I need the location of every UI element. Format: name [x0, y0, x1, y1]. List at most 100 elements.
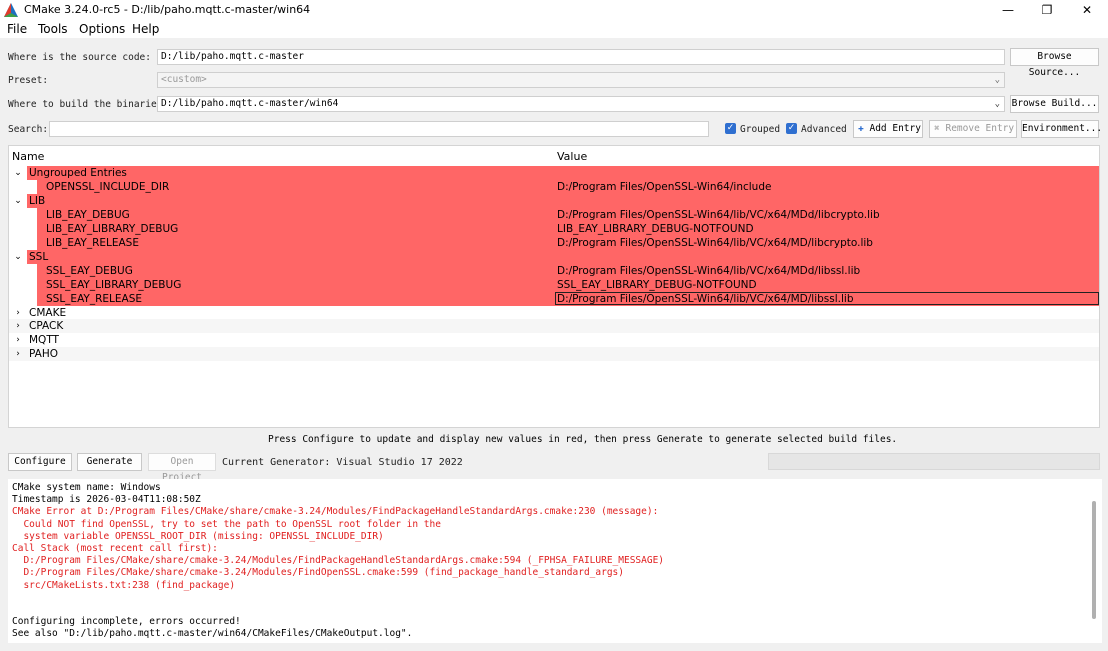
row-indent: [9, 235, 37, 250]
tree-entry-row[interactable]: SSL_EAY_LIBRARY_DEBUG SSL_EAY_LIBRARY_DEB…: [9, 277, 1099, 292]
tree-header: Name Value: [9, 146, 1099, 167]
tree-row-name: SSL_EAY_LIBRARY_DEBUG: [46, 278, 182, 291]
menu-help[interactable]: Help: [132, 22, 159, 36]
chevron-down-icon: ⌄: [994, 99, 1000, 109]
tree-row-name: CMAKE: [29, 306, 67, 319]
add-entry-label: Add Entry: [869, 123, 921, 134]
minimize-button[interactable]: —: [988, 0, 1028, 20]
configure-button[interactable]: Configure: [8, 453, 72, 471]
output-error-line: D:/Program Files/CMake/share/cmake-3.24/…: [12, 567, 624, 579]
browse-source-button[interactable]: Browse Source...: [1010, 48, 1099, 78]
tree-group-row[interactable]: ⌄ Ungrouped Entries: [9, 166, 1099, 180]
selected-value-cell[interactable]: [555, 291, 1099, 305]
output-log[interactable]: CMake system name: Windows Timestamp is 2…: [8, 479, 1088, 643]
menu-options[interactable]: Options: [79, 22, 125, 36]
chevron-down-icon[interactable]: ⌄: [13, 166, 23, 180]
remove-icon: ✖: [934, 123, 940, 134]
generate-button[interactable]: Generate: [77, 453, 142, 471]
output-error-line: src/CMakeLists.txt:238 (find_package): [12, 579, 236, 591]
row-indent: [9, 221, 37, 236]
tree-group-row[interactable]: › PAHO: [9, 347, 1099, 362]
tree-row-name: MQTT: [29, 334, 59, 347]
output-error-line: CMake Error at D:/Program Files/CMake/sh…: [12, 506, 659, 518]
grouped-checkbox[interactable]: ✓: [725, 123, 736, 134]
tree-entry-row[interactable]: OPENSSL_INCLUDE_DIR D:/Program Files/Open…: [9, 179, 1099, 194]
menu-tools[interactable]: Tools: [38, 22, 68, 36]
output-scrollbar[interactable]: [1088, 479, 1102, 643]
tree-group-row[interactable]: › CPACK: [9, 319, 1099, 334]
chevron-down-icon[interactable]: ⌄: [13, 250, 23, 264]
tree-row-value[interactable]: D:/Program Files/OpenSSL-Win64/lib/VC/x6…: [557, 208, 880, 222]
row-indent: [9, 277, 37, 292]
cache-tree[interactable]: Name Value ⌄ Ungrouped Entries OPENSSL_INC…: [8, 145, 1100, 428]
window-title: CMake 3.24.0-rc5 - D:/lib/paho.mqtt.c-ma…: [24, 3, 311, 16]
output-line: Configuring incomplete, errors occurred!: [12, 616, 241, 628]
grouped-label: Grouped: [740, 124, 781, 135]
restore-button[interactable]: ❐: [1027, 0, 1067, 20]
output-line: CMake system name: Windows: [12, 482, 161, 493]
tree-row-value[interactable]: D:/Program Files/OpenSSL-Win64/lib/VC/x6…: [557, 236, 873, 250]
browse-build-button[interactable]: Browse Build...: [1010, 95, 1099, 113]
hint-text: Press Configure to update and display ne…: [268, 434, 898, 445]
tree-row-value[interactable]: LIB_EAY_LIBRARY_DEBUG-NOTFOUND: [557, 222, 754, 236]
menu-bar: File Tools Options Help: [0, 20, 1108, 38]
tree-group-row[interactable]: › MQTT: [9, 333, 1099, 347]
tree-entry-row[interactable]: LIB_EAY_RELEASE D:/Program Files/OpenSSL-…: [9, 235, 1099, 250]
tree-row-name: LIB_EAY_RELEASE: [46, 236, 139, 249]
row-indent: [9, 263, 37, 278]
preset-label: Preset:: [8, 75, 49, 86]
advanced-label: Advanced: [801, 124, 847, 135]
tree-entry-row[interactable]: SSL_EAY_RELEASE D:/Program Files/OpenSSL-…: [9, 291, 1099, 306]
tree-row-name: SSL_EAY_RELEASE: [46, 292, 142, 305]
tree-row-name: LIB_EAY_DEBUG: [46, 208, 130, 221]
preset-combo[interactable]: <custom> ⌄: [157, 72, 1005, 88]
tree-row-name: Ungrouped Entries: [29, 167, 127, 179]
menu-file[interactable]: File: [7, 22, 27, 36]
advanced-checkbox[interactable]: ✓: [786, 123, 797, 134]
tree-row-value[interactable]: SSL_EAY_LIBRARY_DEBUG-NOTFOUND: [557, 278, 757, 292]
current-generator: Current Generator: Visual Studio 17 2022: [222, 457, 463, 468]
output-lines: CMake system name: Windows Timestamp is 2…: [8, 479, 1088, 644]
open-project-button[interactable]: Open Project: [148, 453, 216, 483]
remove-entry-button[interactable]: ✖ Remove Entry: [929, 120, 1017, 138]
add-entry-button[interactable]: ✚ Add Entry: [853, 120, 923, 138]
title-bar: CMake 3.24.0-rc5 - D:/lib/paho.mqtt.c-ma…: [0, 0, 1108, 20]
close-button[interactable]: ✕: [1067, 0, 1107, 20]
tree-row-name: PAHO: [29, 348, 59, 361]
tree-row-value[interactable]: D:/Program Files/OpenSSL-Win64/include: [557, 180, 771, 194]
chevron-right-icon[interactable]: ›: [13, 347, 23, 361]
output-error-line: Call Stack (most recent call first):: [12, 543, 218, 555]
chevron-right-icon[interactable]: ›: [13, 306, 23, 320]
source-path-input[interactable]: D:/lib/paho.mqtt.c-master: [157, 49, 1005, 65]
output-line: See also "D:/lib/paho.mqtt.c-master/win6…: [12, 628, 413, 640]
scrollbar-thumb[interactable]: [1092, 501, 1096, 619]
tree-row-value[interactable]: D:/Program Files/OpenSSL-Win64/lib/VC/x6…: [557, 264, 860, 278]
progress-bar: [768, 453, 1100, 470]
row-indent: [9, 207, 37, 222]
tree-entry-row[interactable]: SSL_EAY_DEBUG D:/Program Files/OpenSSL-Wi…: [9, 263, 1099, 278]
tree-group-row[interactable]: ⌄ LIB: [9, 193, 1099, 208]
tree-entry-row[interactable]: LIB_EAY_LIBRARY_DEBUG LIB_EAY_LIBRARY_DEB…: [9, 221, 1099, 236]
search-input[interactable]: [49, 121, 709, 137]
chevron-down-icon[interactable]: ⌄: [13, 194, 23, 208]
environment-button[interactable]: Environment...: [1021, 120, 1102, 138]
value-column-header[interactable]: Value: [557, 150, 587, 163]
name-column-header[interactable]: Name: [12, 150, 44, 163]
output-line: Timestamp is 2026-03-04T11:08:50Z: [12, 494, 201, 506]
build-label: Where to build the binaries:: [8, 99, 169, 110]
build-path-value: D:/lib/paho.mqtt.c-master/win64: [161, 98, 339, 109]
tree-row-name: LIB_EAY_LIBRARY_DEBUG: [46, 222, 179, 235]
build-path-combo[interactable]: D:/lib/paho.mqtt.c-master/win64 ⌄: [157, 96, 1005, 112]
tree-entry-row[interactable]: LIB_EAY_DEBUG D:/Program Files/OpenSSL-Wi…: [9, 207, 1099, 222]
tree-row-name: SSL: [29, 250, 49, 263]
chevron-right-icon[interactable]: ›: [13, 319, 23, 333]
search-label: Search:: [8, 124, 49, 135]
chevron-right-icon[interactable]: ›: [13, 333, 23, 347]
tree-group-row[interactable]: ⌄ SSL: [9, 249, 1099, 264]
tree-row-name: OPENSSL_INCLUDE_DIR: [46, 180, 170, 193]
tree-row-name: SSL_EAY_DEBUG: [46, 264, 133, 277]
tree-group-row[interactable]: › CMAKE: [9, 306, 1099, 320]
preset-value: <custom>: [161, 74, 207, 85]
